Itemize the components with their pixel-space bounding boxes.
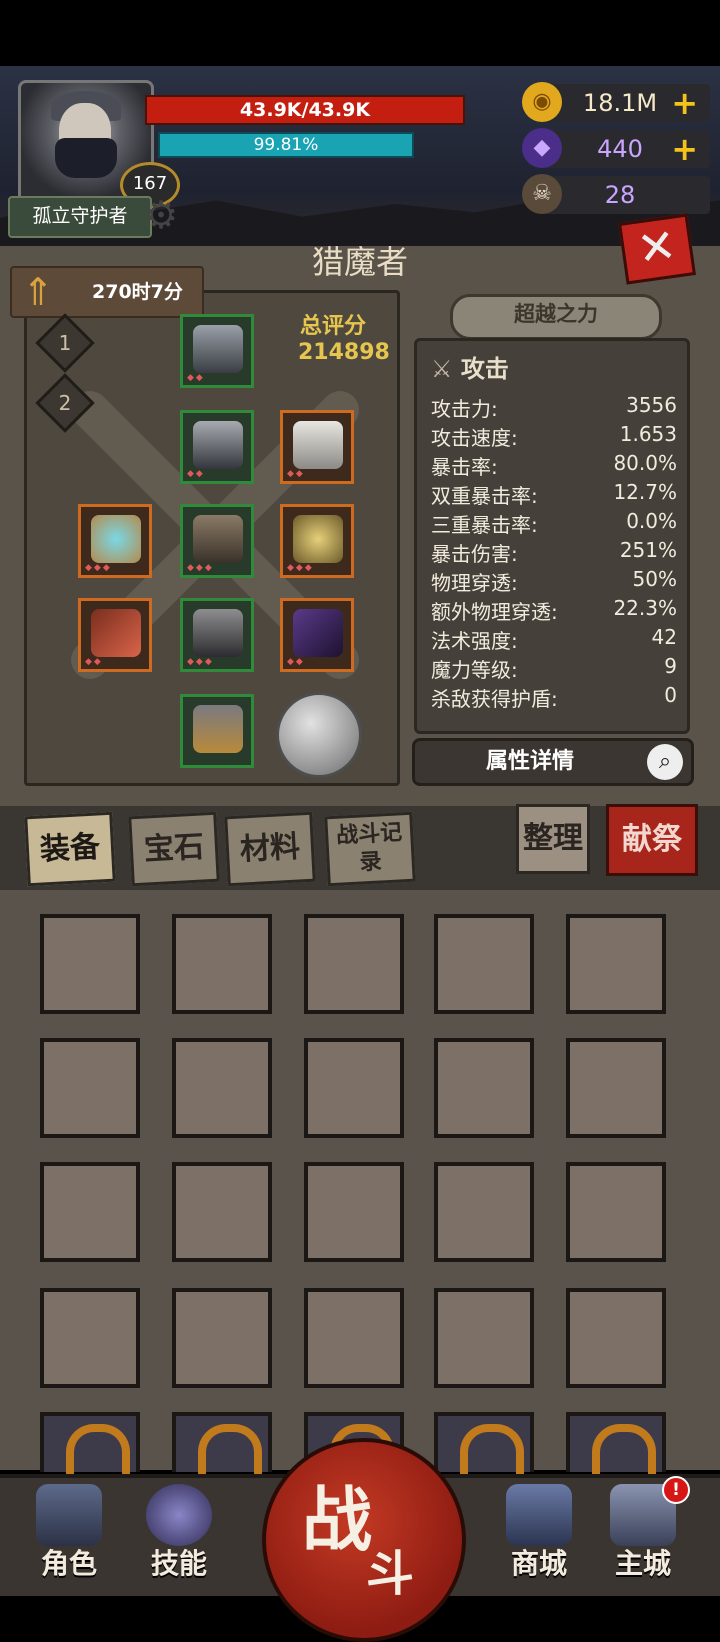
boots-slot[interactable] xyxy=(180,694,254,768)
inventory-cell[interactable] xyxy=(566,1038,666,1138)
tab-materials[interactable]: 材料 xyxy=(224,811,316,887)
panel-title: 猎魔者 xyxy=(311,243,408,281)
ram-skull-icon: ☠ xyxy=(522,174,562,214)
inventory-cell[interactable] xyxy=(434,1288,534,1388)
stat-row: 攻击速度: 1.653 xyxy=(431,422,677,450)
inventory-cell[interactable] xyxy=(172,1288,272,1388)
search-icon: ⌕ xyxy=(647,744,683,780)
quiver-slot[interactable]: ◆◆ xyxy=(280,598,354,672)
inventory-cell[interactable] xyxy=(434,1162,534,1262)
helmet-slot[interactable]: ◆◆ xyxy=(180,314,254,388)
empty-seal-slot[interactable] xyxy=(276,692,362,778)
close-button[interactable]: ✕ xyxy=(618,213,696,285)
hp-bar: 43.9K/43.9K xyxy=(145,95,465,125)
stat-row: 法术强度: 42 xyxy=(431,625,677,653)
gem-value: 440 xyxy=(597,135,643,163)
purple-gem-icon: ◆ xyxy=(522,128,562,168)
locked-cell[interactable] xyxy=(40,1412,140,1478)
inventory-cell[interactable] xyxy=(304,1038,404,1138)
swirl-icon xyxy=(146,1484,212,1546)
inventory-cell[interactable] xyxy=(304,1288,404,1388)
tab-gems[interactable]: 宝石 xyxy=(128,811,220,887)
buff-timer[interactable]: ⇑ 270时7分 xyxy=(10,266,204,318)
gold-counter: ◉ 18.1M + xyxy=(522,82,710,122)
helmet-icon xyxy=(36,1484,102,1546)
belt-slot[interactable]: ◆◆◆ xyxy=(180,504,254,578)
stat-row: 物理穿透: 50% xyxy=(431,567,677,595)
mp-bar: 99.81% xyxy=(158,132,414,158)
inventory-cell[interactable] xyxy=(434,1038,534,1138)
stat-row: 杀敌获得护盾: 0 xyxy=(431,683,677,711)
gold-coin-icon: ◉ xyxy=(522,82,562,122)
ring-slot[interactable]: ◆◆◆ xyxy=(78,504,152,578)
stats-section-title: ⚔ 攻击 xyxy=(431,355,509,383)
inventory-cell[interactable] xyxy=(40,1162,140,1262)
nav-skills[interactable]: 技能 xyxy=(132,1484,226,1590)
add-gem-button[interactable]: + xyxy=(671,130,698,168)
gloves-slot[interactable]: ◆◆ xyxy=(280,410,354,484)
stat-row: 魔力等级: 9 xyxy=(431,654,677,682)
sort-button[interactable]: 整理 xyxy=(516,804,590,874)
gear-icon: ⚙ xyxy=(144,193,179,237)
inventory-cell[interactable] xyxy=(172,1038,272,1138)
stat-row: 双重暴击率: 12.7% xyxy=(431,480,677,508)
player-title: 孤立守护者 xyxy=(8,196,152,238)
locked-cell[interactable] xyxy=(434,1412,534,1478)
upgrade-arrows-icon: ⇑ xyxy=(22,270,54,314)
stat-row: 暴击率: 80.0% xyxy=(431,451,677,479)
inventory-cell[interactable] xyxy=(304,914,404,1014)
nav-character[interactable]: 角色 xyxy=(22,1484,116,1590)
gem-counter: ◆ 440 + xyxy=(522,128,710,168)
lock-icon xyxy=(592,1424,656,1478)
tab-equipment[interactable]: 装备 xyxy=(24,811,116,887)
sacrifice-button[interactable]: 献祭 xyxy=(606,804,698,876)
inventory-cell[interactable] xyxy=(566,1162,666,1262)
bow-slot[interactable]: ◆◆ xyxy=(78,598,152,672)
locked-cell[interactable] xyxy=(566,1412,666,1478)
battle-button[interactable]: 战 斗 xyxy=(262,1438,466,1642)
stats-panel[interactable]: ⚔ 攻击 攻击力: 3556 攻击速度: 1.653 暴击率: 80.0% 双重暴击率… xyxy=(414,338,690,734)
stat-row: 三重暴击率: 0.0% xyxy=(431,509,677,537)
inventory-cell[interactable] xyxy=(40,914,140,1014)
horn-value: 28 xyxy=(604,181,636,209)
inventory-cell[interactable] xyxy=(172,914,272,1014)
status-bar xyxy=(0,0,720,66)
lock-icon xyxy=(66,1424,130,1478)
inventory-cell[interactable] xyxy=(304,1162,404,1262)
timer-text: 270时7分 xyxy=(92,281,183,303)
stat-row: 额外物理穿透: 22.3% xyxy=(431,596,677,624)
score-label: 总评分 xyxy=(300,314,367,339)
tab-battle-log[interactable]: 战斗记录 xyxy=(324,811,416,887)
inventory-cell[interactable] xyxy=(434,914,534,1014)
alert-badge: ! xyxy=(662,1476,690,1504)
pants-slot[interactable]: ◆◆◆ xyxy=(180,598,254,672)
horn-counter: ☠ 28 xyxy=(522,174,710,214)
stat-row: 暴击伤害: 251% xyxy=(431,538,677,566)
stat-row: 攻击力: 3556 xyxy=(431,393,677,421)
gold-value: 18.1M xyxy=(582,89,658,117)
lock-icon xyxy=(460,1424,524,1478)
transcend-button[interactable]: 超越之力 xyxy=(450,294,662,340)
inventory-cell[interactable] xyxy=(172,1162,272,1262)
armor-slot[interactable]: ◆◆ xyxy=(180,410,254,484)
inventory-cell[interactable] xyxy=(566,1288,666,1388)
details-label: 属性详情 xyxy=(485,749,574,774)
locked-cell[interactable] xyxy=(172,1412,272,1478)
attribute-details-button[interactable]: 属性详情 ⌕ xyxy=(412,738,694,786)
lock-icon xyxy=(198,1424,262,1478)
amulet-slot[interactable]: ◆◆◆ xyxy=(280,504,354,578)
inventory-cell[interactable] xyxy=(40,1038,140,1138)
score-value: 214898 xyxy=(298,340,390,365)
inventory-cell[interactable] xyxy=(566,914,666,1014)
add-gold-button[interactable]: + xyxy=(671,84,698,122)
shop-icon xyxy=(506,1484,572,1546)
inventory-cell[interactable] xyxy=(40,1288,140,1388)
crossed-swords-icon: ⚔ xyxy=(431,355,453,383)
nav-shop[interactable]: 商城 xyxy=(492,1484,586,1590)
